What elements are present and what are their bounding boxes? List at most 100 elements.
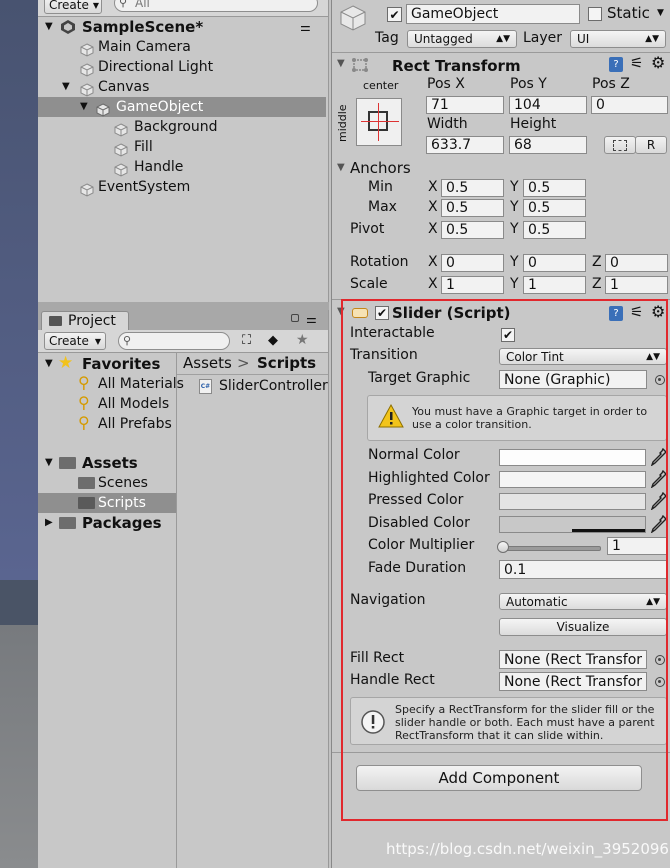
breadcrumb-root[interactable]: Assets: [183, 354, 232, 372]
breadcrumb-current[interactable]: Scripts: [257, 354, 316, 372]
pos-y-field[interactable]: 104: [509, 96, 587, 114]
csharp-script-icon: C#: [199, 379, 212, 394]
project-create-button[interactable]: Create ▼: [44, 332, 106, 350]
packages-row[interactable]: ▶ Packages: [38, 513, 176, 533]
tag-dropdown[interactable]: Untagged ▲▼: [407, 30, 517, 48]
pos-z-field[interactable]: 0: [591, 96, 668, 114]
foldout-arrow-icon[interactable]: ▼: [337, 162, 345, 173]
scale-x-field[interactable]: 1: [441, 276, 504, 294]
favorites-row[interactable]: ▼ ★ Favorites: [38, 353, 176, 374]
settings-gear-icon[interactable]: ⚙: [651, 53, 665, 72]
panel-menu-icon[interactable]: ⚌: [306, 312, 317, 326]
favorite-item-label: All Materials: [98, 376, 184, 392]
anchor-max-y-field[interactable]: 0.5: [523, 199, 586, 217]
help-book-icon[interactable]: ?: [609, 57, 623, 72]
hierarchy-item-label: Directional Light: [98, 59, 214, 75]
favorite-item[interactable]: ⚲ All Prefabs: [38, 413, 176, 434]
filter-by-type-icon[interactable]: ⛶: [242, 333, 251, 348]
y-label: Y: [510, 276, 519, 292]
y-label: Y: [510, 179, 519, 195]
project-search-input[interactable]: ⚲: [118, 332, 230, 350]
layer-dropdown[interactable]: UI ▲▼: [570, 30, 666, 48]
file-item[interactable]: C# SliderController: [177, 376, 328, 396]
gameobject-cube-icon: [114, 163, 128, 177]
scale-y-field[interactable]: 1: [523, 276, 586, 294]
rotation-y-field[interactable]: 0: [523, 254, 586, 272]
pos-x-field[interactable]: 71: [426, 96, 504, 114]
rotation-label: Rotation: [350, 254, 409, 270]
scale-z-field[interactable]: 1: [605, 276, 668, 294]
collapse-arrow-icon[interactable]: ▶: [45, 513, 53, 533]
anchor-min-x-field[interactable]: 0.5: [441, 179, 504, 197]
filter-by-label-icon[interactable]: ◆: [268, 333, 278, 348]
expand-arrow-icon[interactable]: ▼: [45, 354, 53, 374]
y-label: Y: [510, 221, 519, 237]
lock-icon[interactable]: [291, 314, 299, 322]
static-dropdown-arrow-icon[interactable]: ▼: [657, 8, 664, 18]
active-checkbox[interactable]: ✔: [387, 7, 402, 22]
scale-label: Scale: [350, 276, 388, 292]
hierarchy-item-label: Handle: [134, 159, 184, 175]
hierarchy-item-main-camera[interactable]: Main Camera: [38, 37, 328, 57]
search-favorite-icon: ⚲: [78, 393, 90, 412]
rotation-x-field[interactable]: 0: [441, 254, 504, 272]
layer-label: Layer: [523, 30, 563, 46]
hierarchy-item-canvas[interactable]: ▼ Canvas: [38, 77, 328, 97]
hierarchy-item-directional-light[interactable]: Directional Light: [38, 57, 328, 77]
anchor-horizontal-label: center: [363, 79, 399, 92]
favorites-label: Favorites: [82, 355, 161, 373]
search-placeholder: All: [135, 0, 150, 10]
favorite-item[interactable]: ⚲ All Materials: [38, 373, 184, 394]
x-label: X: [428, 179, 438, 195]
scene-menu-icon[interactable]: ⚌: [300, 17, 311, 37]
object-name-field[interactable]: GameObject: [406, 4, 580, 24]
folder-scenes[interactable]: Scenes: [38, 473, 176, 493]
favorite-star-icon[interactable]: ★: [296, 332, 309, 348]
project-tab-bar: Project ⚌: [38, 310, 328, 330]
hierarchy-item-fill[interactable]: Fill: [38, 137, 328, 157]
height-field[interactable]: 68: [509, 136, 587, 154]
favorite-item[interactable]: ⚲ All Models: [38, 393, 176, 414]
anchor-min-y-field[interactable]: 0.5: [523, 179, 586, 197]
expand-arrow-icon[interactable]: ▼: [62, 77, 70, 97]
pivot-x-field[interactable]: 0.5: [441, 221, 504, 239]
expand-arrow-icon[interactable]: ▼: [45, 17, 53, 37]
raw-edit-button[interactable]: R: [635, 136, 667, 154]
blueprint-mode-button[interactable]: [604, 136, 636, 154]
expand-arrow-icon[interactable]: ▼: [45, 453, 53, 473]
search-favorite-icon: ⚲: [78, 373, 90, 392]
hierarchy-item-handle[interactable]: Handle: [38, 157, 328, 177]
expand-arrow-icon[interactable]: ▼: [80, 97, 88, 117]
pos-y-label: Pos Y: [510, 76, 547, 92]
hierarchy-toolbar: Create ▼ ⚲ All: [38, 0, 328, 17]
rect-transform-header[interactable]: ▼ Rect Transform ? ⚟ ⚙: [332, 53, 670, 77]
folder-icon: [49, 316, 62, 326]
anchor-preset-button[interactable]: [356, 98, 402, 146]
tab-project[interactable]: Project: [41, 311, 129, 330]
hierarchy-panel: Create ▼ ⚲ All ▼ SampleScene* ⚌ Main Cam…: [38, 0, 329, 302]
y-label: Y: [510, 199, 519, 215]
hierarchy-item-eventsystem[interactable]: EventSystem: [38, 177, 328, 197]
folder-scripts-selected[interactable]: Scripts: [38, 493, 176, 513]
hierarchy-item-gameobject-selected[interactable]: ▼ GameObject: [38, 97, 326, 117]
hierarchy-item-label: GameObject: [116, 99, 204, 115]
assets-row[interactable]: ▼ Assets: [38, 453, 176, 473]
scene-row[interactable]: ▼ SampleScene* ⚌: [38, 17, 328, 37]
x-label: X: [428, 199, 438, 215]
foldout-arrow-icon[interactable]: ▼: [337, 58, 345, 69]
static-checkbox[interactable]: [588, 7, 602, 21]
width-field[interactable]: 633.7: [426, 136, 504, 154]
favorite-item-label: All Prefabs: [98, 416, 172, 432]
hierarchy-create-button[interactable]: Create ▼: [44, 0, 102, 14]
pivot-y-field[interactable]: 0.5: [523, 221, 586, 239]
tab-project-label: Project: [68, 313, 116, 329]
search-icon: ⚲: [119, 0, 128, 9]
rotation-z-field[interactable]: 0: [605, 254, 668, 272]
hierarchy-item-background[interactable]: Background: [38, 117, 328, 137]
anchor-max-x-field[interactable]: 0.5: [441, 199, 504, 217]
rect-transform-icon: [352, 58, 368, 72]
project-content: Assets > Scripts C# SliderController: [177, 352, 328, 868]
preset-sliders-icon[interactable]: ⚟: [630, 54, 643, 72]
panel-splitter[interactable]: [38, 302, 329, 310]
hierarchy-search-input[interactable]: ⚲ All: [114, 0, 318, 12]
